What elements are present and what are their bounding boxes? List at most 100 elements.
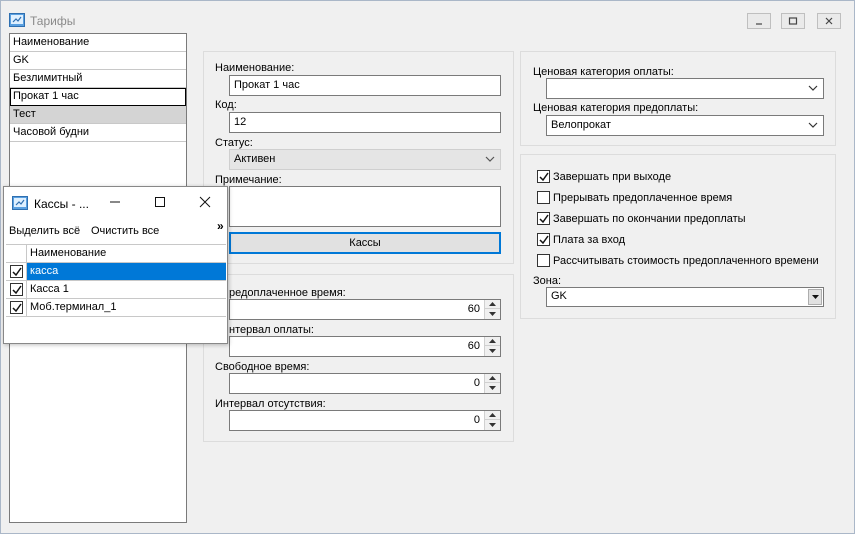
maximize-icon [155, 197, 165, 207]
row-name: Касса 1 [26, 281, 226, 298]
maximize-button[interactable] [781, 13, 805, 29]
spin-down-icon[interactable] [485, 346, 500, 355]
prepaid-time-input[interactable]: 60 [229, 299, 501, 320]
spin-down-icon[interactable] [485, 420, 500, 429]
checkmark-icon [539, 172, 549, 182]
interval-spinner[interactable] [484, 337, 500, 356]
prepaid-time-value: 60 [467, 303, 480, 315]
minimize-icon [110, 201, 120, 203]
popup-minimize-button[interactable] [105, 194, 125, 210]
row-checkbox[interactable] [10, 283, 23, 296]
kassy-popup-window[interactable]: Кассы - ... Выделить всё Очистить все » … [3, 186, 228, 344]
spin-up-icon[interactable] [485, 300, 500, 309]
zone-label: Зона: [533, 275, 562, 287]
checkmark-icon [12, 303, 22, 313]
prepay-category-select[interactable]: Велопрокат [546, 115, 824, 136]
prepaid-time-spinner[interactable] [484, 300, 500, 319]
title-bar[interactable]: Тарифы [1, 1, 854, 33]
option-label: Прерывать предоплаченное время [553, 192, 733, 204]
popup-toolbar: Выделить всё Очистить все » [4, 219, 227, 243]
close-button[interactable] [817, 13, 841, 29]
close-icon [825, 17, 833, 25]
clear-all-button[interactable]: Очистить все [91, 225, 159, 237]
row-checkbox[interactable] [10, 265, 23, 278]
pay-category-select[interactable] [546, 78, 824, 99]
tariff-list-item-selected[interactable]: Тест [10, 106, 186, 124]
zone-select[interactable]: GK [546, 287, 824, 307]
code-label: Код: [215, 99, 237, 111]
note-textarea[interactable] [229, 186, 501, 227]
popup-maximize-button[interactable] [150, 194, 170, 210]
free-time-label: Свободное время: [215, 361, 310, 373]
app-icon [12, 196, 28, 210]
checkmark-icon [539, 214, 549, 224]
maximize-icon [788, 17, 798, 25]
spin-down-icon[interactable] [485, 383, 500, 392]
window-title: Тарифы [30, 14, 76, 28]
toolbar-overflow-button[interactable]: » [217, 219, 224, 233]
checkmark-icon [12, 285, 22, 295]
grid-header: Наименование [6, 245, 226, 263]
absence-interval-value: 0 [473, 414, 480, 426]
popup-close-button[interactable] [195, 194, 215, 210]
popup-title: Кассы - ... [34, 197, 89, 211]
interval-label: нтервал оплаты: [229, 324, 314, 336]
status-value: Активен [234, 153, 276, 165]
row-checkbox[interactable] [10, 301, 23, 314]
table-row[interactable]: касса [6, 263, 226, 281]
caret-down-icon [811, 295, 819, 299]
select-all-button[interactable]: Выделить всё [9, 225, 80, 237]
tariff-list-header: Наименование [10, 34, 186, 52]
option-label: Завершать по окончании предоплаты [553, 213, 746, 225]
option-checkbox-entry-fee[interactable] [537, 233, 550, 246]
spin-down-icon[interactable] [485, 309, 500, 318]
chevron-down-icon [485, 156, 495, 162]
chevron-down-icon [808, 85, 818, 91]
spin-up-icon[interactable] [485, 374, 500, 383]
tariff-list-item-focused[interactable]: Прокат 1 час [10, 88, 186, 106]
kassy-button[interactable]: Кассы [229, 232, 501, 254]
option-label: Рассчитывать стоимость предоплаченного в… [553, 255, 819, 267]
row-name: касса [26, 263, 226, 280]
absence-interval-input[interactable]: 0 [229, 410, 501, 431]
prepaid-time-label: редоплаченное время: [229, 287, 346, 299]
spin-up-icon[interactable] [485, 337, 500, 346]
name-label: Наименование: [215, 62, 295, 74]
free-time-value: 0 [473, 377, 480, 389]
table-row[interactable]: Моб.терминал_1 [6, 299, 226, 317]
tariff-list-item[interactable]: Часовой будни [10, 124, 186, 142]
row-name: Моб.терминал_1 [26, 299, 226, 316]
absence-interval-label: Интервал отсутствия: [215, 398, 326, 410]
absence-interval-spinner[interactable] [484, 411, 500, 430]
option-checkbox-finish-prepay[interactable] [537, 212, 550, 225]
chevron-down-icon [808, 122, 818, 128]
kassy-grid[interactable]: Наименование касса Касса 1 Моб.терминал_… [6, 244, 226, 340]
name-input[interactable]: Прокат 1 час [229, 75, 501, 96]
option-checkbox-calc-prepaid[interactable] [537, 254, 550, 267]
prepay-category-value: Велопрокат [551, 119, 611, 131]
code-input[interactable]: 12 [229, 112, 501, 133]
interval-value: 60 [467, 340, 480, 352]
spin-up-icon[interactable] [485, 411, 500, 420]
checkmark-icon [12, 267, 22, 277]
note-label: Примечание: [215, 174, 282, 186]
close-icon [199, 196, 211, 208]
pay-category-label: Ценовая категория оплаты: [533, 66, 674, 78]
tariff-list-item[interactable]: Безлимитный [10, 70, 186, 88]
interval-input[interactable]: 60 [229, 336, 501, 357]
option-checkbox-exit[interactable] [537, 170, 550, 183]
option-checkbox-interrupt[interactable] [537, 191, 550, 204]
free-time-spinner[interactable] [484, 374, 500, 393]
prepay-category-label: Ценовая категория предоплаты: [533, 102, 699, 114]
minimize-button[interactable] [747, 13, 771, 29]
zone-value: GK [551, 290, 567, 302]
minimize-icon [756, 23, 762, 25]
zone-dropdown-button[interactable] [808, 289, 822, 305]
app-icon [9, 13, 25, 27]
checkmark-icon [539, 235, 549, 245]
tariff-list-item[interactable]: GK [10, 52, 186, 70]
status-select[interactable]: Активен [229, 149, 501, 170]
column-header-name[interactable]: Наименование [26, 245, 226, 262]
table-row[interactable]: Касса 1 [6, 281, 226, 299]
free-time-input[interactable]: 0 [229, 373, 501, 394]
